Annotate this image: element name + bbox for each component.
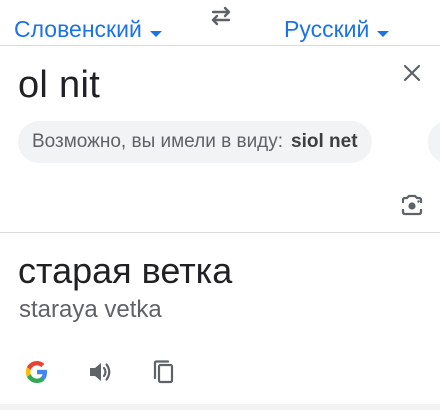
bottom-divider [0,404,440,410]
translation-text: старая ветка [18,250,233,291]
chevron-down-icon [377,30,390,37]
source-text-input[interactable]: ol nit [18,64,100,107]
suggestion-prefix: Возможно, вы имели в виду: [32,131,284,152]
source-language-selector[interactable]: Словенский [14,16,162,43]
camera-lens-icon[interactable] [399,193,425,219]
swap-arrows-icon[interactable] [207,5,235,27]
translation-panel: старая ветка staraya vetka [0,234,440,410]
google-logo-icon[interactable] [21,356,53,388]
speaker-icon[interactable] [84,356,116,388]
did-you-mean-chip[interactable]: Возможно, вы имели в виду: siol net [18,121,372,163]
suggestion-term: siol net [291,131,358,152]
close-icon[interactable] [400,61,424,85]
next-chip-edge [428,121,440,163]
target-language-selector[interactable]: Русский [284,16,390,43]
target-language-label: Русский [284,16,370,42]
source-panel: ol nit Возможно, вы имели в виду: siol n… [0,47,440,233]
language-bar: Словенский Русский [0,0,440,46]
transliteration-text: staraya vetka [19,296,162,323]
source-language-label: Словенский [14,16,142,42]
chevron-down-icon [149,30,162,37]
copy-icon[interactable] [148,356,180,388]
